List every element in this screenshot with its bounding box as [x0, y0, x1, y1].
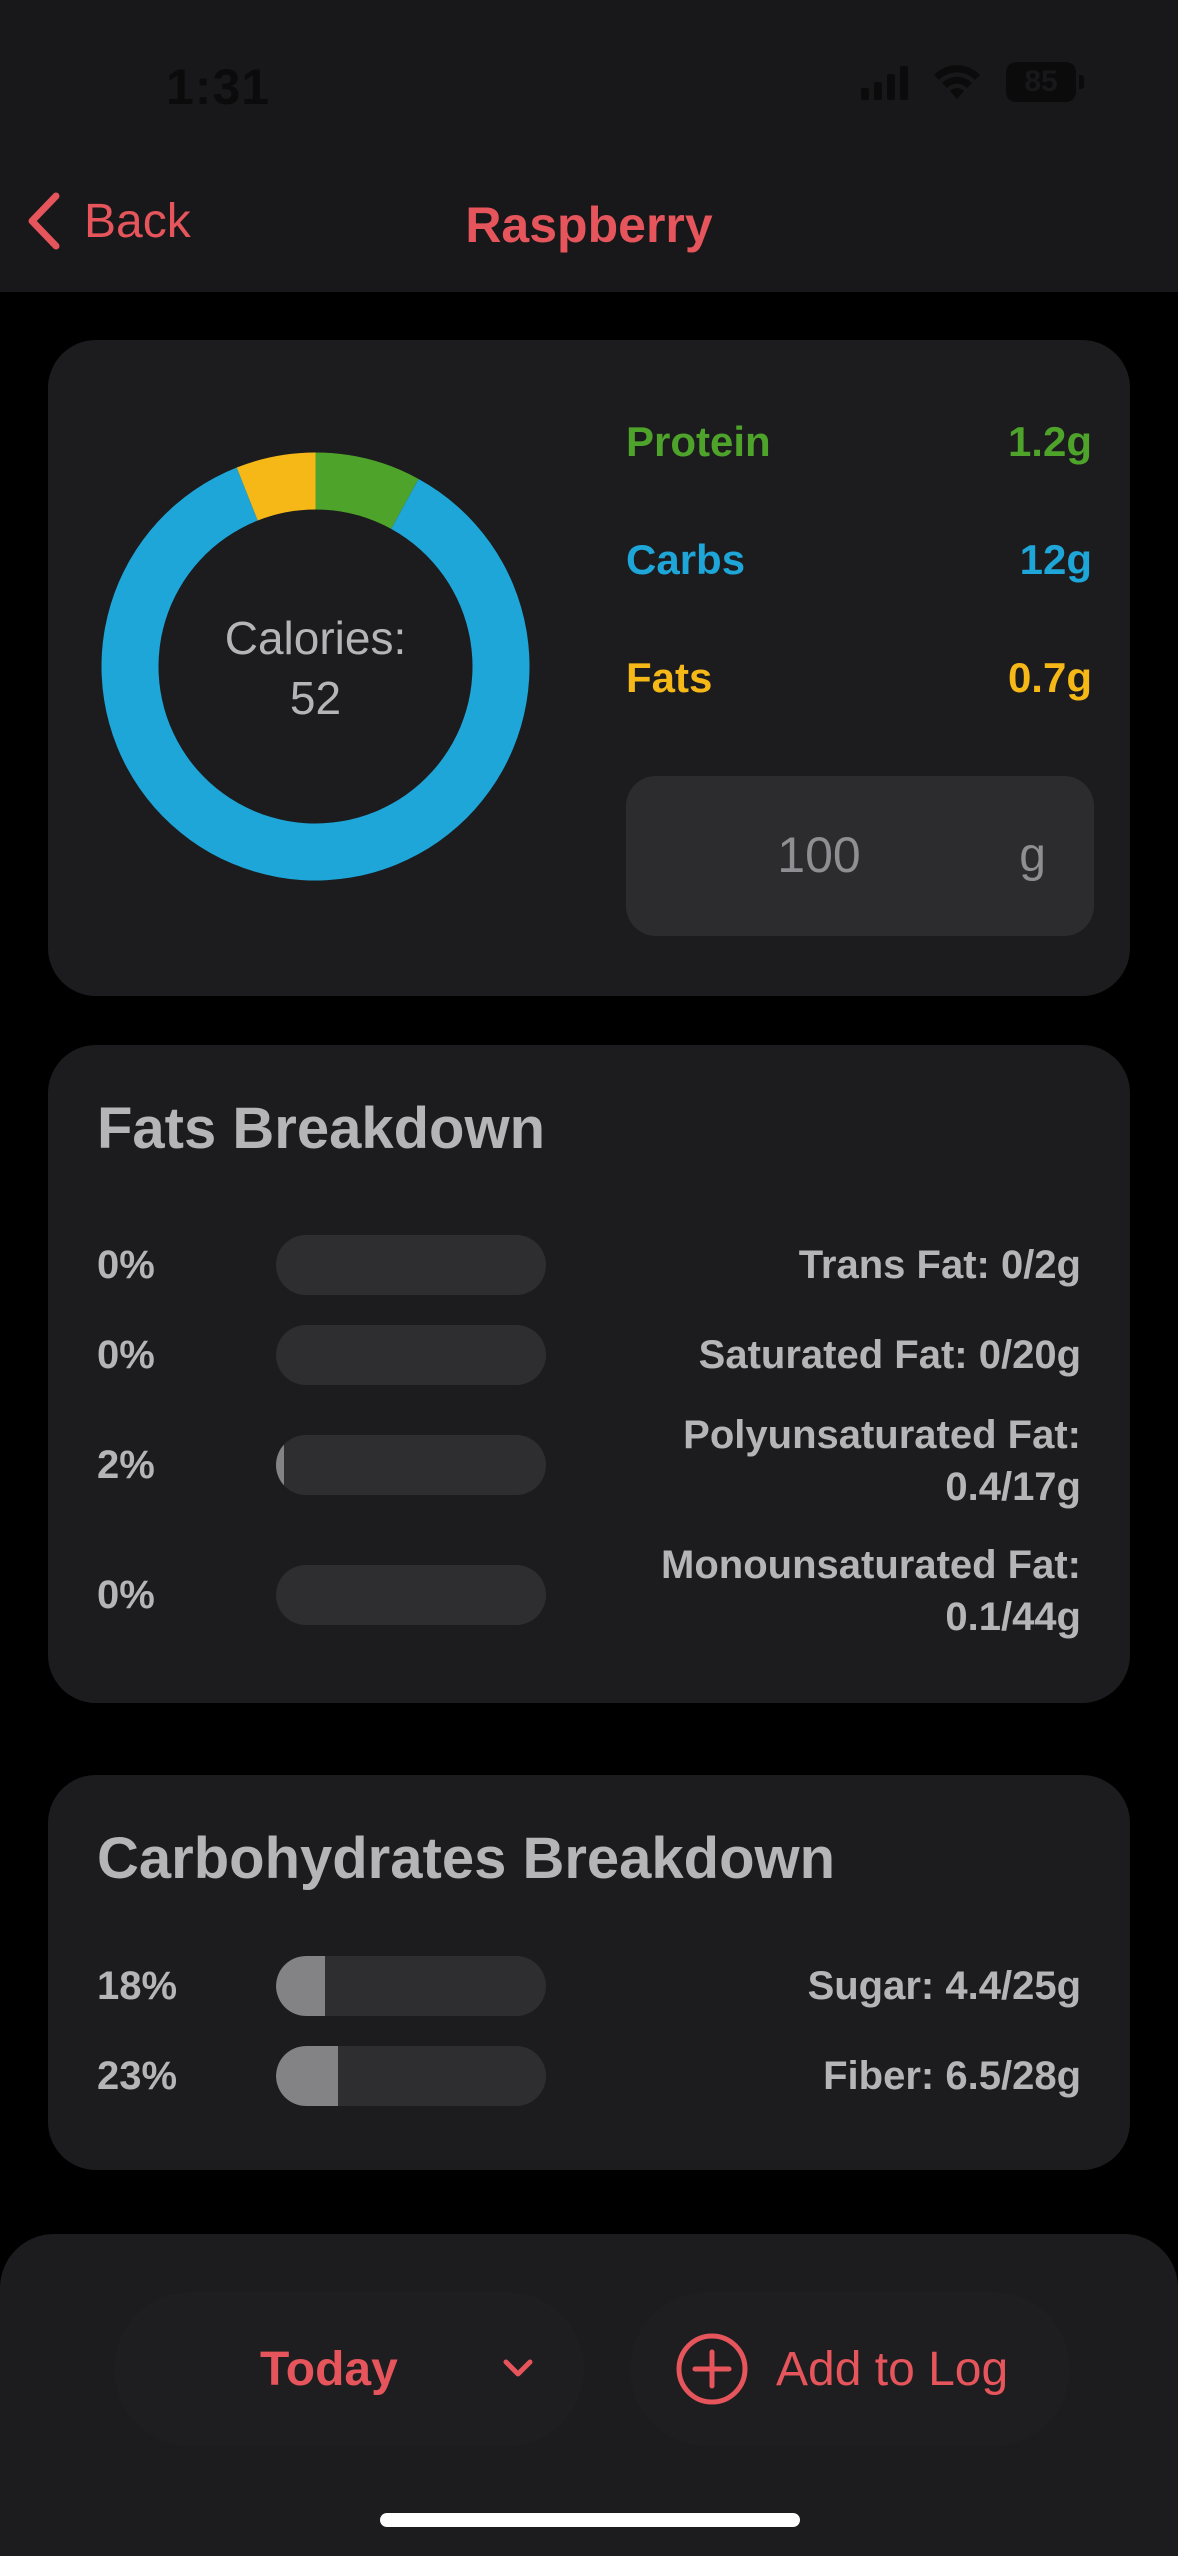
progress-track	[276, 2046, 546, 2106]
progress-percent: 0%	[97, 1243, 155, 1287]
progress-track	[276, 1956, 546, 2016]
progress-track	[276, 1435, 546, 1495]
progress-percent: 18%	[97, 1964, 178, 2008]
macro-carbs-value: 12g	[1019, 536, 1092, 583]
macro-fats-value: 0.7g	[1007, 654, 1092, 701]
add-to-log-button[interactable]: Add to Log	[630, 2292, 1070, 2446]
fats-breakdown-title: Fats Breakdown	[97, 1096, 545, 1161]
plus-circle-icon	[676, 2333, 748, 2405]
calories-label: Calories:	[224, 612, 407, 664]
nutrition-summary-card: Calories: 52 Protein 1.2g Carbs 12g Fats…	[48, 340, 1130, 996]
progress-percent: 23%	[97, 2054, 178, 2098]
status-icons: 85	[861, 62, 1084, 102]
carb-label: Fiber: 6.5/28g	[823, 2054, 1081, 2098]
macro-carbs: Carbs 12g	[626, 536, 1092, 584]
macro-carbs-label: Carbs	[626, 536, 746, 583]
calories-value: 52	[289, 672, 342, 724]
progress-track	[276, 1565, 546, 1625]
quantity-input[interactable]: 100 g	[626, 776, 1094, 936]
bottom-action-bar: Today Add to Log	[0, 2234, 1178, 2556]
wifi-icon	[932, 63, 982, 101]
fat-label: Polyunsaturated Fat: 0.4/17g	[683, 1413, 1081, 1509]
carb-label: Sugar: 4.4/25g	[807, 1964, 1081, 2008]
progress-percent: 0%	[97, 1573, 155, 1617]
progress-percent: 2%	[97, 1443, 155, 1487]
top-header: 1:31 85 Back Raspberry	[0, 0, 1178, 292]
macro-protein-value: 1.2g	[1007, 418, 1092, 465]
day-selector-button[interactable]: Today	[114, 2292, 584, 2446]
carbs-breakdown-title: Carbohydrates Breakdown	[97, 1826, 836, 1891]
macro-fats: Fats 0.7g	[626, 654, 1092, 702]
day-selector-label: Today	[260, 2343, 398, 2396]
carbs-breakdown-card: Carbohydrates Breakdown 18% Sugar: 4.4/2…	[48, 1775, 1130, 2170]
quantity-value: 100	[777, 827, 861, 883]
fat-label: Trans Fat: 0/2g	[798, 1243, 1081, 1287]
battery-level: 85	[1024, 65, 1058, 98]
home-indicator	[380, 2513, 800, 2527]
calories-readout: Calories: 52	[101, 608, 530, 728]
progress-fill	[276, 1956, 325, 2016]
progress-track	[276, 1325, 546, 1385]
fats-breakdown-card: Fats Breakdown 0% Trans Fat: 0/2g 0% Sat…	[48, 1045, 1130, 1703]
add-to-log-label: Add to Log	[776, 2343, 1009, 2396]
battery-icon: 85	[1006, 62, 1084, 102]
progress-percent: 0%	[97, 1333, 155, 1377]
fat-label: Saturated Fat: 0/20g	[698, 1333, 1081, 1377]
progress-fill	[276, 1435, 285, 1495]
macro-protein-label: Protein	[626, 418, 771, 465]
status-time: 1:31	[166, 59, 271, 115]
quantity-unit: g	[1019, 829, 1046, 882]
cellular-signal-icon	[861, 64, 908, 100]
page-title: Raspberry	[465, 197, 713, 253]
macro-fats-label: Fats	[626, 654, 713, 701]
macro-protein: Protein 1.2g	[626, 418, 1092, 466]
progress-track	[276, 1235, 546, 1295]
chevron-down-icon	[503, 2359, 533, 2377]
progress-fill	[276, 2046, 339, 2106]
fat-label: Monounsaturated Fat: 0.1/44g	[661, 1543, 1081, 1639]
